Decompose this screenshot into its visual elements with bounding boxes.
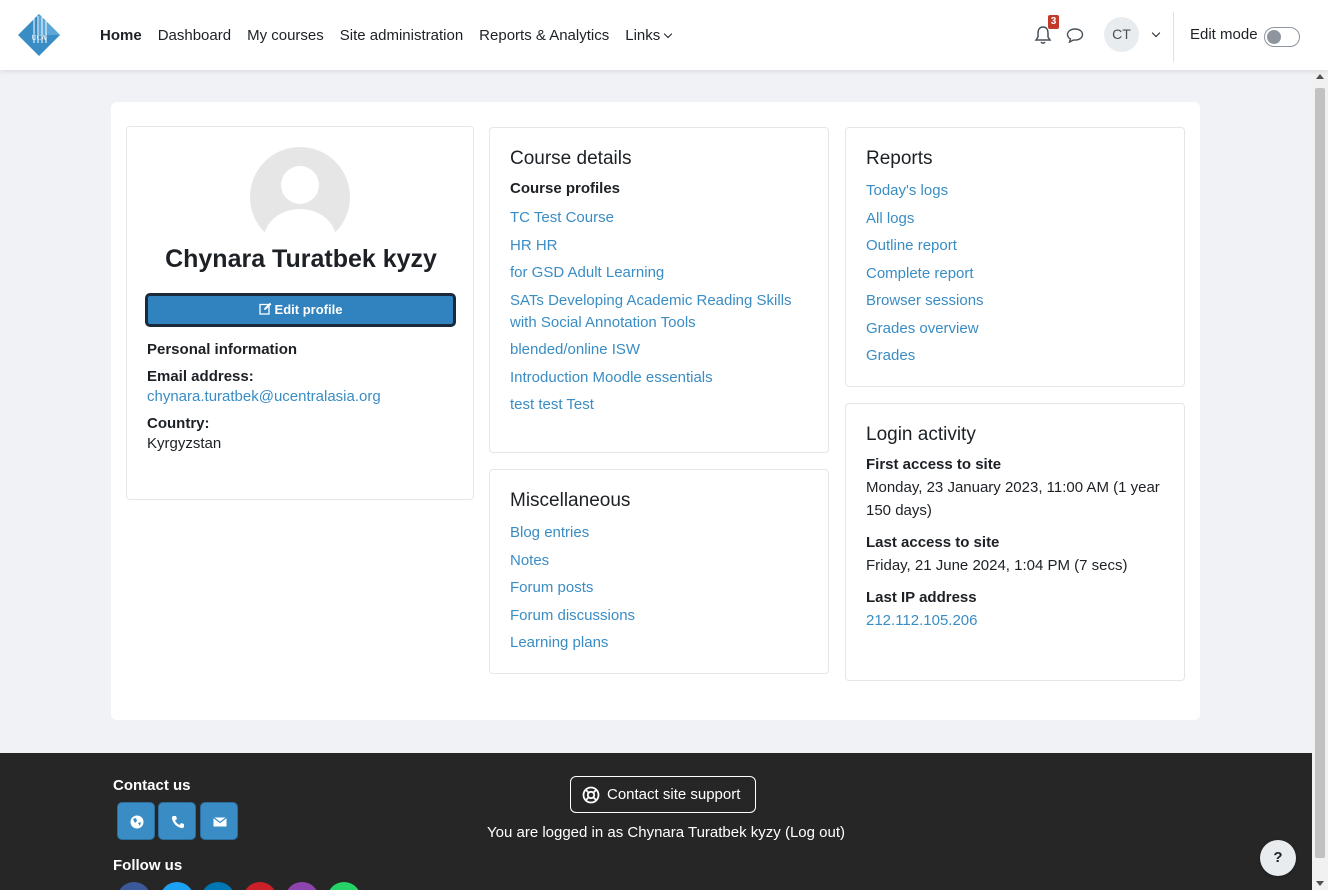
email-label: Email address: (147, 368, 254, 385)
outline-report-link[interactable]: Outline report (866, 235, 1164, 257)
email-link[interactable]: chynara.turatbek@ucentralasia.org (147, 388, 457, 405)
nav-dashboard[interactable]: Dashboard (158, 27, 231, 44)
notification-count-badge: 3 (1048, 15, 1059, 29)
login-activity-title: Login activity (866, 424, 976, 445)
scroll-down-arrow-icon[interactable] (1316, 881, 1324, 886)
edit-mode-label: Edit mode (1190, 26, 1258, 43)
phone-button[interactable] (158, 802, 196, 840)
learning-plans-link[interactable]: Learning plans (510, 632, 808, 654)
follow-us-heading: Follow us (113, 857, 183, 874)
grades-overview-link[interactable]: Grades overview (866, 318, 1164, 340)
twitter-icon[interactable] (160, 882, 194, 890)
primary-navigation: Home Dashboard My courses Site administr… (100, 0, 687, 70)
youtube-icon[interactable] (243, 882, 277, 890)
profile-full-name: Chynara Turatbek kyzy (165, 245, 437, 273)
forum-discussions-link[interactable]: Forum discussions (510, 605, 808, 627)
course-profiles-subheading: Course profiles (510, 180, 621, 197)
facebook-icon[interactable] (117, 882, 151, 890)
edit-mode-toggle[interactable] (1264, 27, 1300, 47)
course-link[interactable]: test test Test (510, 394, 808, 416)
first-access-label: First access to site (866, 456, 1002, 473)
page-scrollbar[interactable] (1312, 70, 1328, 890)
notes-link[interactable]: Notes (510, 550, 808, 572)
course-details-title: Course details (510, 148, 632, 169)
site-logo[interactable]: UCA (17, 13, 61, 57)
first-access-value: Monday, 23 January 2023, 11:00 AM (1 yea… (866, 479, 1160, 519)
browser-sessions-link[interactable]: Browser sessions (866, 290, 1164, 312)
last-access-label: Last access to site (866, 534, 1000, 551)
edit-icon (258, 302, 271, 315)
edit-profile-button[interactable]: Edit profile (145, 293, 456, 327)
country-label: Country: (147, 415, 210, 432)
instagram-icon[interactable] (285, 882, 319, 890)
messages-icon[interactable] (1066, 27, 1084, 43)
grades-link[interactable]: Grades (866, 345, 1164, 367)
course-details-card: Course details Course profiles TC Test C… (489, 127, 829, 453)
chevron-down-icon (664, 29, 673, 38)
globe-icon (130, 815, 144, 829)
contact-us-heading: Contact us (113, 777, 191, 794)
nav-links-label: Links (625, 26, 661, 44)
top-navbar: UCA Home Dashboard My courses Site admin… (0, 0, 1328, 70)
complete-report-link[interactable]: Complete report (866, 263, 1164, 285)
svg-text:UCA: UCA (32, 34, 47, 42)
all-logs-link[interactable]: All logs (866, 208, 1164, 230)
last-ip-link[interactable]: 212.112.105.206 (866, 609, 1164, 632)
toggle-knob (1267, 30, 1281, 44)
nav-links-dropdown[interactable]: Links (625, 26, 673, 44)
scroll-up-arrow-icon[interactable] (1316, 74, 1324, 79)
linkedin-icon[interactable] (201, 882, 235, 890)
edit-profile-label: Edit profile (274, 302, 343, 317)
last-access-value: Friday, 21 June 2024, 1:04 PM (7 secs) (866, 557, 1128, 574)
chevron-down-icon[interactable] (1151, 28, 1161, 38)
nav-my-courses[interactable]: My courses (247, 27, 324, 44)
personal-information-heading: Personal information (147, 341, 298, 358)
login-activity-card: Login activity First access to site Mond… (845, 403, 1185, 681)
envelope-icon (213, 817, 227, 827)
course-link[interactable]: for GSD Adult Learning (510, 262, 808, 284)
profile-card: Chynara Turatbek kyzy Edit profile Perso… (126, 126, 474, 500)
contact-site-support-button[interactable]: Contact site support (570, 776, 756, 813)
divider (1173, 12, 1174, 62)
logged-in-info[interactable]: You are logged in as Chynara Turatbek ky… (487, 824, 845, 841)
reports-card: Reports Today's logs All logs Outline re… (845, 127, 1185, 387)
scroll-thumb[interactable] (1315, 88, 1325, 858)
nav-home[interactable]: Home (100, 27, 142, 44)
blog-entries-link[interactable]: Blog entries (510, 522, 808, 544)
life-ring-icon (582, 786, 600, 804)
nav-site-administration[interactable]: Site administration (340, 27, 463, 44)
reports-title: Reports (866, 148, 933, 169)
nav-reports-analytics[interactable]: Reports & Analytics (479, 27, 609, 44)
last-ip-label: Last IP address (866, 589, 977, 606)
website-button[interactable] (117, 802, 155, 840)
forum-posts-link[interactable]: Forum posts (510, 577, 808, 599)
course-link[interactable]: HR HR (510, 235, 808, 257)
course-link[interactable]: Introduction Moodle essentials (510, 367, 808, 389)
default-user-icon (264, 166, 336, 247)
todays-logs-link[interactable]: Today's logs (866, 180, 1164, 202)
country-value: Kyrgyzstan (147, 435, 222, 452)
email-button[interactable] (200, 802, 238, 840)
profile-picture (250, 147, 350, 247)
course-link[interactable]: blended/online ISW (510, 339, 808, 361)
help-button[interactable]: ? (1260, 840, 1296, 876)
miscellaneous-card: Miscellaneous Blog entries Notes Forum p… (489, 469, 829, 674)
course-link[interactable]: SATs Developing Academic Reading Skills … (510, 290, 808, 334)
whatsapp-icon[interactable] (327, 882, 361, 890)
miscellaneous-title: Miscellaneous (510, 490, 631, 511)
personal-information-section: Personal information Email address: chyn… (147, 341, 457, 462)
phone-icon (171, 816, 184, 829)
user-avatar-menu[interactable]: CT (1104, 17, 1139, 52)
course-link[interactable]: TC Test Course (510, 207, 808, 229)
page-footer: Contact us Follow us Contact site suppor… (0, 753, 1312, 890)
contact-site-support-label: Contact site support (607, 786, 741, 803)
